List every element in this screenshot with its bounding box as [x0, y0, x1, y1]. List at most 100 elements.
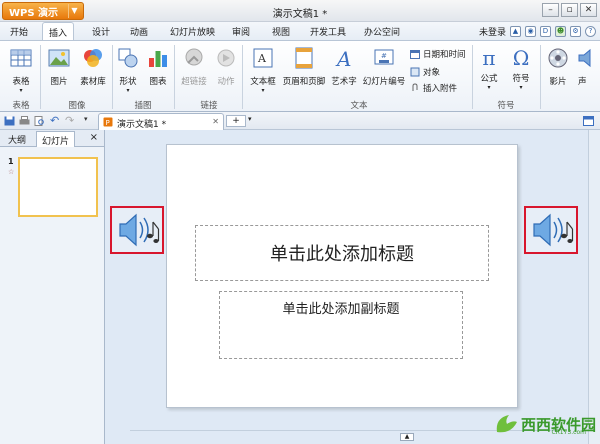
movie-icon [548, 48, 568, 68]
tab-view[interactable]: 视图 [272, 25, 290, 38]
skin-icon[interactable]: ☻ [555, 26, 566, 37]
slide-number-button[interactable]: # 幻灯片编号 [362, 46, 406, 87]
sound-label: 声 [578, 77, 587, 87]
d-icon[interactable]: D [540, 26, 551, 37]
settings-icon[interactable]: ⚙ [570, 26, 581, 37]
hyperlink-icon [185, 48, 203, 66]
slide-number-icon: # [374, 49, 394, 65]
menu-bar: 开始 插入 设计 动画 幻灯片放映 审阅 视图 开发工具 办公空间 未登录 ▲ … [0, 22, 600, 40]
material-library-label: 素材库 [80, 77, 106, 87]
wordart-button[interactable]: A 艺术字 [328, 46, 360, 87]
tab-animation[interactable]: 动画 [130, 25, 148, 38]
group-label-table: 表格 [12, 101, 30, 111]
shape-label: 形状 [119, 77, 137, 87]
textbox-label: 文本框 [250, 77, 276, 87]
textbox-icon: A [253, 48, 273, 68]
attachment-label: 插入附件 [423, 84, 458, 94]
picture-button[interactable]: 图片 [44, 46, 74, 87]
group-label-illustration: 插图 [134, 101, 152, 111]
formula-label: 公式 [480, 74, 498, 84]
print-icon[interactable] [19, 116, 30, 126]
movie-button[interactable]: 影片 [544, 46, 572, 87]
svg-text:A: A [257, 52, 267, 65]
tab-outline[interactable]: 大纲 [8, 133, 26, 146]
picture-icon [48, 49, 70, 67]
tab-document-1[interactable]: P 演示文稿1 * ✕ [98, 113, 224, 130]
chart-button[interactable]: 图表 [144, 46, 172, 87]
user-icon[interactable]: ◉ [525, 26, 536, 37]
pi-icon: π [482, 46, 496, 70]
shape-icon [118, 48, 138, 68]
slide-thumbnail-number: 1 [8, 157, 14, 166]
watermark-subtext: CR173.com [551, 429, 586, 436]
tab-start[interactable]: 开始 [10, 25, 28, 38]
tab-insert[interactable]: 插入 [42, 22, 75, 40]
panel-toggle-icon[interactable] [583, 116, 594, 126]
customize-dropdown-icon[interactable]: ▾ [84, 115, 95, 125]
symbol-label: 符号 [512, 74, 530, 84]
insert-attachment-button[interactable]: 插入附件 [410, 82, 457, 94]
group-label-image: 图像 [68, 101, 86, 111]
material-library-icon [84, 49, 102, 67]
help-icon[interactable]: ? [585, 26, 596, 37]
material-library-button[interactable]: 素材库 [76, 46, 110, 87]
tab-slides[interactable]: 幻灯片 [36, 131, 76, 147]
restore-icon[interactable]: ▫ [561, 3, 578, 17]
header-footer-button[interactable]: 页眉和页脚 [282, 46, 326, 87]
table-label: 表格 [12, 77, 30, 87]
wordart-icon: A [335, 47, 351, 71]
watermark-leaf-icon [496, 415, 517, 433]
object-icon [410, 67, 420, 77]
tab-review[interactable]: 审阅 [232, 25, 250, 38]
new-tab-button[interactable]: + [226, 115, 246, 127]
vertical-scrollbar[interactable] [588, 130, 600, 444]
formula-button[interactable]: π 公式 ▾ [474, 46, 504, 91]
scroll-up-icon[interactable]: ▲ [400, 433, 414, 441]
sound-button[interactable]: 声 [574, 46, 600, 87]
hyperlink-button[interactable]: 超链接 [178, 46, 210, 87]
title-placeholder[interactable]: 单击此处添加标题 [195, 225, 489, 281]
quick-access-bar: ↶ ↷ ▾ P 演示文稿1 * ✕ + ▾ [0, 112, 600, 130]
table-button[interactable]: 表格 ▾ [4, 46, 38, 94]
watermark-logo: 西西软件园 CR173.com [493, 412, 596, 436]
close-panel-icon[interactable]: × [90, 132, 98, 143]
slide-workspace: 单击此处添加标题 单击此处添加副标题 ▲ 西西软件园 CR173.com [106, 130, 600, 444]
speaker-with-notes-icon [533, 213, 574, 247]
tab-design[interactable]: 设计 [92, 25, 110, 38]
table-icon [10, 49, 32, 67]
group-label-symbol: 符号 [497, 101, 515, 111]
slide-thumbnail[interactable] [18, 157, 98, 217]
document-tab-label: 演示文稿1 * [117, 120, 167, 130]
shape-button[interactable]: 形状 ▾ [114, 46, 142, 94]
login-status[interactable]: 未登录 [479, 25, 506, 38]
close-icon[interactable]: ✕ [580, 3, 597, 17]
tab-slideshow[interactable]: 幻灯片放映 [170, 25, 215, 38]
datetime-button[interactable]: 日期和时间 [410, 48, 466, 60]
arrow-up-icon[interactable]: ▲ [510, 26, 521, 37]
tab-developer[interactable]: 开发工具 [310, 25, 346, 38]
save-icon[interactable] [4, 116, 15, 126]
sound-object-right[interactable] [524, 206, 578, 254]
header-footer-icon [295, 47, 313, 69]
slide-number-label: 幻灯片编号 [362, 77, 406, 87]
slide-transition-star-icon: ☆ [8, 168, 15, 176]
sound-object-left[interactable] [110, 206, 164, 254]
group-label-link: 链接 [200, 101, 218, 111]
minimize-icon[interactable]: – [542, 3, 559, 17]
action-button[interactable]: 动作 [212, 46, 240, 87]
calendar-icon [410, 50, 420, 59]
tab-list-dropdown-icon[interactable]: ▾ [248, 115, 252, 123]
symbol-button[interactable]: Ω 符号 ▾ [506, 46, 536, 91]
object-button[interactable]: 对象 [410, 66, 440, 78]
close-tab-icon[interactable]: ✕ [212, 117, 219, 126]
undo-icon[interactable]: ↶ [50, 114, 61, 127]
datetime-label: 日期和时间 [423, 50, 466, 60]
slide-canvas[interactable]: 单击此处添加标题 单击此处添加副标题 [166, 144, 518, 408]
print-preview-icon[interactable] [34, 116, 45, 126]
subtitle-placeholder[interactable]: 单击此处添加副标题 [219, 291, 463, 359]
tab-office-space[interactable]: 办公空间 [364, 25, 400, 38]
redo-icon[interactable]: ↷ [65, 114, 76, 127]
textbox-button[interactable]: A 文本框 ▾ [246, 46, 280, 94]
picture-label: 图片 [50, 77, 68, 87]
ribbon: 表格 ▾ 图片 素材库 形状 ▾ 图表 超链接 动作 A 文本框 ▾ 页眉和页脚… [0, 40, 600, 112]
